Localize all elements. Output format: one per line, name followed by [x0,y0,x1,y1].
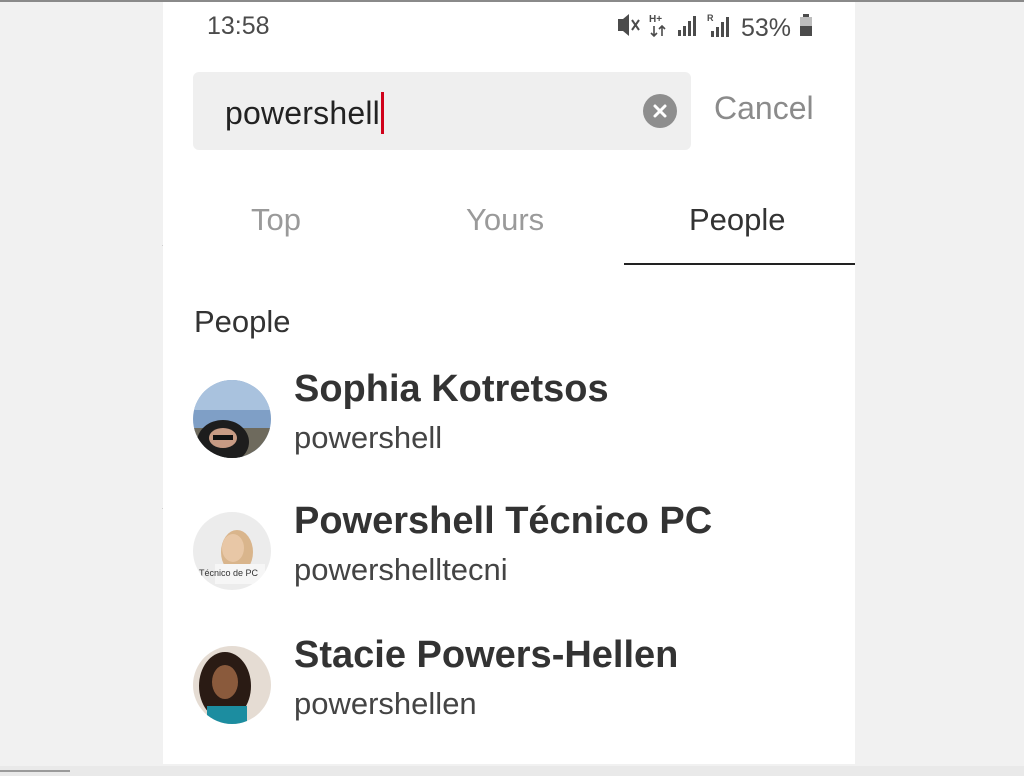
battery-icon [799,13,813,44]
phone-screen: 13:58 H+ R 53% powershell Cancel Top You… [163,2,855,764]
search-input[interactable]: powershell [225,92,384,134]
person-name: Stacie Powers-Hellen [294,634,679,676]
people-section-title: People [194,304,291,339]
avatar [193,380,271,458]
person-handle: powershell [294,420,443,455]
mute-vibrate-icon [615,13,641,44]
status-icons: H+ R 53% [615,12,813,45]
svg-text:H+: H+ [649,14,662,25]
avatar-text: Técnico de PC [199,568,259,578]
status-time: 13:58 [207,12,270,40]
text-caret [380,92,384,134]
search-field[interactable]: powershell [193,72,691,150]
window-bottom-bar [0,766,1024,776]
signal-icon [677,13,699,44]
active-tab-indicator [624,263,855,265]
tab-top[interactable]: Top [251,202,301,238]
clear-icon[interactable] [643,94,677,128]
avatar [193,646,271,724]
person-result-2[interactable]: Técnico de PC Powershell Técnico PC powe… [193,500,843,590]
person-result-3[interactable]: Stacie Powers-Hellen powershellen [193,634,843,724]
search-input-text: powershell [225,94,380,131]
battery-percent: 53% [740,14,791,42]
tab-people[interactable]: People [689,202,786,238]
person-name: Sophia Kotretsos [294,368,609,410]
person-name: Powershell Técnico PC [294,500,713,542]
person-handle: powershellen [294,686,477,721]
svg-text:R: R [707,13,714,23]
person-handle: powershelltecni [294,552,508,587]
tab-yours[interactable]: Yours [466,202,544,238]
scroll-indicator [0,770,70,772]
hplus-data-icon: H+ [649,12,669,45]
cancel-button[interactable]: Cancel [714,90,814,127]
roaming-signal-icon: R [707,12,733,45]
avatar: Técnico de PC [193,512,271,590]
person-result-1[interactable]: Sophia Kotretsos powershell [193,368,843,458]
